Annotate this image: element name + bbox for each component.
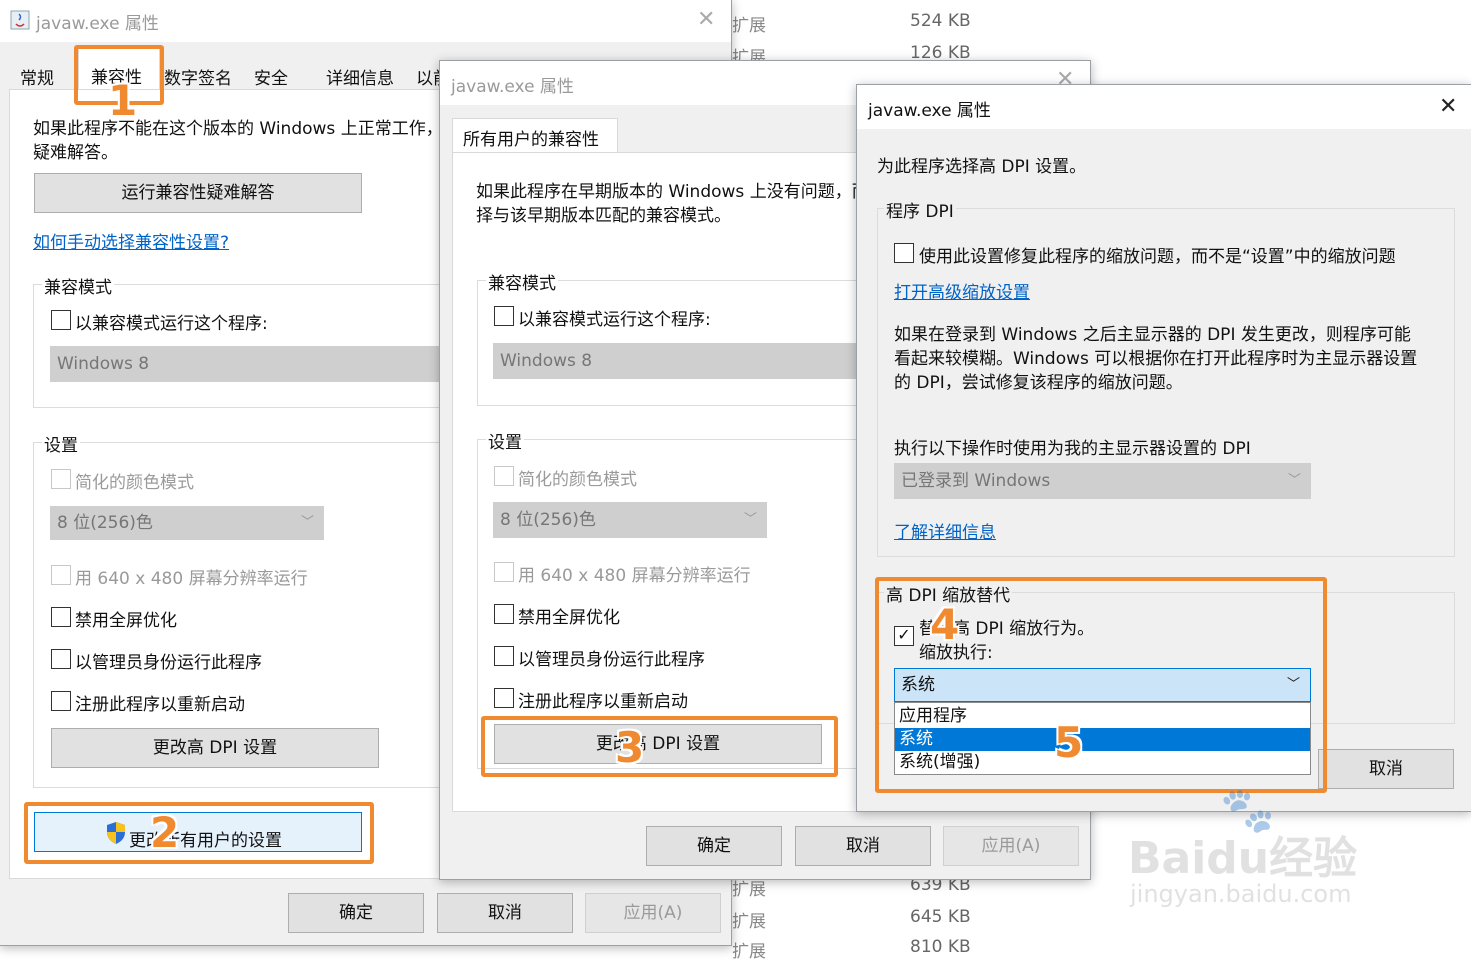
intro-text-line2: 疑难解答。 [33,143,118,163]
register-restart-label: 注册此程序以重新启动 [75,695,245,715]
watermark-brand: Baidu经验 [1128,833,1358,884]
tab-details[interactable]: 详细信息 [326,64,394,89]
step-number: 2 [150,808,180,857]
cancel-button[interactable]: 取消 [795,826,931,866]
apply-button[interactable]: 应用(A) [943,826,1079,866]
run-as-admin-label: 以管理员身份运行此程序 [75,653,262,673]
baidu-watermark: 🐾 Baidu经验 jingyan.baidu.com [1128,785,1398,932]
watermark-url: jingyan.baidu.com [1130,880,1352,908]
compat-os-select[interactable]: Windows 8 [50,346,450,382]
chevron-down-icon: ﹀ [300,515,314,530]
group-label: 设置 [486,428,524,453]
tab-all-users-compat[interactable]: 所有用户的兼容性 [452,118,618,153]
tab-general[interactable]: 常规 [20,64,54,89]
disable-fullscreen-checkbox[interactable] [51,607,71,627]
res640-label: 用 640 x 480 屏幕分辨率运行 [75,569,308,589]
res640-checkbox[interactable] [494,562,514,582]
chevron-down-icon: ﹀ [1287,473,1301,488]
group-label: 兼容模式 [42,273,114,298]
res640-label: 用 640 x 480 屏幕分辨率运行 [518,566,751,586]
dpi-description-line2: 看起来较模糊。Windows 可以根据你在打开此程序时为主显示器设置 [894,349,1418,369]
step-number: 1 [108,76,138,125]
compat-mode-checkbox[interactable] [494,306,514,326]
disable-fullscreen-label: 禁用全屏优化 [75,611,177,631]
cancel-button[interactable]: 取消 [1318,749,1454,789]
group-label: 程序 DPI [884,197,956,222]
dpi-trigger-select[interactable]: 已登录到 Windows ﹀ [894,463,1311,499]
register-restart-label: 注册此程序以重新启动 [518,692,688,712]
window-title: javaw.exe 属性 [451,77,574,97]
title-bar: javaw.exe 属性 ✕ [857,85,1471,129]
reduced-color-checkbox[interactable] [494,466,514,486]
file-size: 524 KB [910,11,971,31]
intro-text-line2: 择与该早期版本匹配的兼容模式。 [476,206,731,226]
res640-checkbox[interactable] [51,565,71,585]
disable-fullscreen-checkbox[interactable] [494,604,514,624]
title-bar: javaw.exe 属性 ✕ [0,0,731,42]
advanced-scaling-link[interactable]: 打开高级缩放设置 [894,278,1030,303]
color-depth-select[interactable]: 8 位(256)色 ﹀ [50,506,324,540]
change-dpi-button[interactable]: 更改高 DPI 设置 [51,728,379,768]
cancel-button[interactable]: 取消 [437,893,573,933]
tab-digital-signatures[interactable]: 数字签名 [164,64,232,89]
compat-mode-label: 以兼容模式运行这个程序: [75,314,268,334]
register-restart-checkbox[interactable] [51,691,71,711]
step-number: 4 [930,600,960,649]
tab-label: 所有用户的兼容性 [463,130,599,150]
step-number: 3 [615,723,645,772]
ok-button[interactable]: 确定 [288,893,424,933]
file-type: 扩展 [732,16,766,36]
run-as-admin-checkbox[interactable] [494,646,514,666]
reduced-color-checkbox[interactable] [51,469,71,489]
run-troubleshooter-button[interactable]: 运行兼容性疑难解答 [34,173,362,213]
compat-mode-label: 以兼容模式运行这个程序: [518,310,711,330]
register-restart-checkbox[interactable] [494,688,514,708]
group-label: 兼容模式 [486,269,558,294]
window-title: javaw.exe 属性 [36,14,159,34]
file-type: 扩展 [732,942,766,962]
close-icon[interactable]: ✕ [1439,96,1457,118]
disable-fullscreen-label: 禁用全屏优化 [518,608,620,628]
chevron-down-icon: ﹀ [743,512,757,527]
fix-scaling-label: 使用此设置修复此程序的缩放问题，而不是“设置”中的缩放问题 [919,247,1396,267]
reduced-color-label: 简化的颜色模式 [518,470,637,490]
file-type: 扩展 [732,912,766,932]
select-value: 8 位(256)色 [57,513,153,533]
manual-compat-link[interactable]: 如何手动选择兼容性设置? [33,228,229,253]
group-label: 设置 [42,431,80,456]
reduced-color-label: 简化的颜色模式 [75,473,194,493]
run-as-admin-label: 以管理员身份运行此程序 [518,650,705,670]
compat-os-select[interactable]: Windows 8 [493,343,893,379]
run-as-admin-checkbox[interactable] [51,649,71,669]
step-number: 5 [1054,718,1084,767]
use-dpi-label: 执行以下操作时使用为我的主显示器设置的 DPI [894,439,1251,459]
compat-mode-checkbox[interactable] [51,310,71,330]
apply-button[interactable]: 应用(A) [585,893,721,933]
close-icon[interactable]: ✕ [697,9,715,31]
dpi-heading: 为此程序选择高 DPI 设置。 [877,157,1087,177]
file-size: 645 KB [910,907,971,927]
dpi-description-line3: 的 DPI，尝试修复该程序的缩放问题。 [894,373,1183,393]
highlight-all-users [24,802,374,864]
color-depth-select[interactable]: 8 位(256)色 ﹀ [493,502,767,538]
file-size: 810 KB [910,937,971,957]
learn-more-link[interactable]: 了解详细信息 [894,518,996,543]
highlight-change-dpi [481,716,838,777]
fix-scaling-checkbox[interactable] [894,243,914,263]
window-title: javaw.exe 属性 [868,101,991,121]
tab-security[interactable]: 安全 [254,64,288,89]
dpi-description: 如果在登录到 Windows 之后主显示器的 DPI 发生更改，则程序可能 [894,325,1411,345]
select-value: 已登录到 Windows [901,471,1051,491]
ok-button[interactable]: 确定 [646,826,782,866]
java-app-icon [10,10,30,30]
select-value: 8 位(256)色 [500,510,596,530]
